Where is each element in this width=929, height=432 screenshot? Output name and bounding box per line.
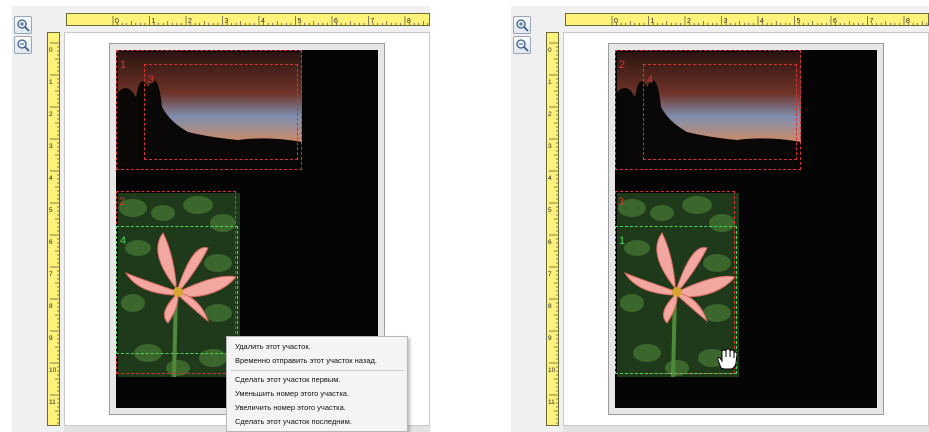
ruler-label: 2	[49, 111, 53, 118]
ruler-label: 4	[548, 175, 552, 182]
hand-cursor-icon	[717, 348, 737, 370]
region-box[interactable]	[144, 64, 298, 160]
ruler-label: 3	[225, 18, 229, 25]
ruler-label: 8	[906, 18, 910, 25]
region-box-selected[interactable]	[116, 226, 238, 354]
region-number: 4	[120, 235, 127, 247]
ruler-label: 2	[188, 18, 192, 25]
vertical-ruler: 0 1 2 3 4 5 6 7 8 9 10 11	[546, 32, 559, 426]
region-number: 2	[619, 59, 626, 71]
scan-canvas[interactable]: 2 4 3 1	[563, 32, 929, 426]
right-panel: 0 1 2 3 4 5 6 7 8 0 1 2 3 4 5 6 7 8 9 10 11 2 4 …	[511, 6, 929, 432]
menu-item-send-back[interactable]: Временно отправить этот участок назад.	[235, 356, 377, 365]
menu-item-make-first[interactable]: Сделать этот участок первым.	[235, 375, 341, 384]
ruler-label: 5	[797, 18, 801, 25]
zoom-out-button[interactable]	[14, 36, 32, 54]
ruler-label: 6	[334, 18, 338, 25]
menu-item-make-last[interactable]: Сделать этот участок последним.	[235, 417, 352, 426]
menu-separator	[231, 370, 403, 371]
region-box[interactable]	[643, 64, 797, 160]
zoom-in-icon	[17, 19, 30, 32]
horizontal-ruler: 0 1 2 3 4 5 6 7 8	[66, 13, 430, 26]
ruler-label: 3	[548, 143, 552, 150]
menu-item-delete-region[interactable]: Удалить этот участок.	[235, 342, 311, 351]
ruler-label: 10	[548, 367, 556, 374]
ruler-label: 8	[49, 303, 53, 310]
zoom-out-button[interactable]	[513, 36, 531, 54]
ruler-label: 5	[298, 18, 302, 25]
ruler-label: 9	[49, 335, 53, 342]
ruler-label: 7	[371, 18, 375, 25]
region-context-menu: Удалить этот участок. Временно отправить…	[226, 336, 408, 432]
ruler-label: 3	[49, 143, 53, 150]
ruler-label: 8	[548, 303, 552, 310]
ruler-label: 9	[548, 335, 552, 342]
ruler-label: 6	[833, 18, 837, 25]
ruler-label: 6	[49, 239, 53, 246]
zoom-in-button[interactable]	[14, 16, 32, 34]
region-number: 1	[619, 235, 626, 247]
ruler-label: 4	[49, 175, 53, 182]
ruler-label: 6	[548, 239, 552, 246]
region-number: 2	[119, 196, 126, 208]
zoom-out-icon	[516, 39, 529, 52]
ruler-label: 0	[49, 47, 53, 54]
region-number: 3	[148, 74, 155, 86]
menu-item-increase-number[interactable]: Увеличить номер этого участка.	[235, 403, 346, 412]
ruler-label: 0	[614, 18, 618, 25]
page-preview: 2 4 3 1	[608, 43, 884, 415]
ruler-label: 7	[870, 18, 874, 25]
ruler-label: 1	[49, 79, 53, 86]
ruler-label: 10	[49, 367, 57, 374]
ruler-label: 11	[49, 399, 56, 406]
menu-item-decrease-number[interactable]: Уменьшить номер этого участка.	[235, 389, 349, 398]
zoom-in-button[interactable]	[513, 16, 531, 34]
ruler-label: 2	[548, 111, 552, 118]
ruler-label: 1	[548, 79, 552, 86]
horizontal-ruler: 0 1 2 3 4 5 6 7 8	[565, 13, 929, 26]
scan-background: 2 4 3 1	[615, 50, 877, 408]
ruler-label: 4	[261, 18, 265, 25]
ruler-label: 7	[548, 271, 552, 278]
ruler-label: 0	[548, 47, 552, 54]
ruler-label: 7	[49, 271, 53, 278]
ruler-label: 2	[687, 18, 691, 25]
ruler-label: 0	[115, 18, 119, 25]
zoom-out-icon	[17, 39, 30, 52]
zoom-in-icon	[516, 19, 529, 32]
ruler-label: 5	[548, 207, 552, 214]
region-number: 1	[120, 59, 127, 71]
ruler-label: 4	[760, 18, 764, 25]
vertical-ruler: 0 1 2 3 4 5 6 7 8 9 10 11	[47, 32, 60, 426]
ruler-label: 3	[724, 18, 728, 25]
region-number: 3	[618, 196, 625, 208]
ruler-label: 8	[407, 18, 411, 25]
horizontal-scrollbar[interactable]	[563, 426, 929, 432]
ruler-label: 1	[651, 18, 655, 25]
region-number: 4	[647, 74, 654, 86]
ruler-label: 1	[152, 18, 156, 25]
ruler-label: 5	[49, 207, 53, 214]
ruler-label: 11	[548, 399, 555, 406]
